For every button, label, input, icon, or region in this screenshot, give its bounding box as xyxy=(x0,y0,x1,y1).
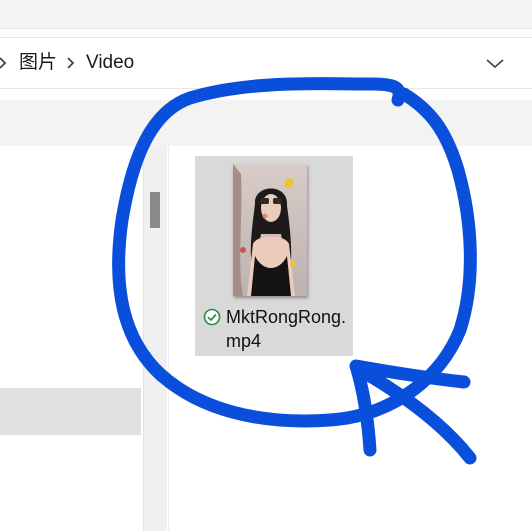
file-name[interactable]: MktRongRong.mp4 xyxy=(226,305,348,353)
breadcrumb-item-pictures[interactable]: 图片 xyxy=(19,52,57,74)
video-thumbnail xyxy=(233,164,307,296)
command-bar xyxy=(0,100,532,146)
thumbnail-image xyxy=(233,164,307,296)
nav-item-selected[interactable] xyxy=(0,388,141,435)
address-bar[interactable]: 图片 Video xyxy=(0,37,532,89)
breadcrumb-item-video[interactable]: Video xyxy=(86,52,134,74)
checkmark-circle-icon xyxy=(203,308,221,326)
file-tile[interactable]: MktRongRong.mp4 xyxy=(195,156,353,356)
chevron-right-icon[interactable] xyxy=(62,54,80,72)
chevron-down-icon[interactable] xyxy=(484,54,506,72)
title-bar xyxy=(0,0,532,28)
divider xyxy=(0,28,532,29)
navigation-pane xyxy=(0,146,143,531)
nav-scrollbar-thumb[interactable] xyxy=(150,192,160,228)
chevron-right-icon[interactable] xyxy=(0,54,12,72)
pane-splitter[interactable] xyxy=(168,146,169,531)
